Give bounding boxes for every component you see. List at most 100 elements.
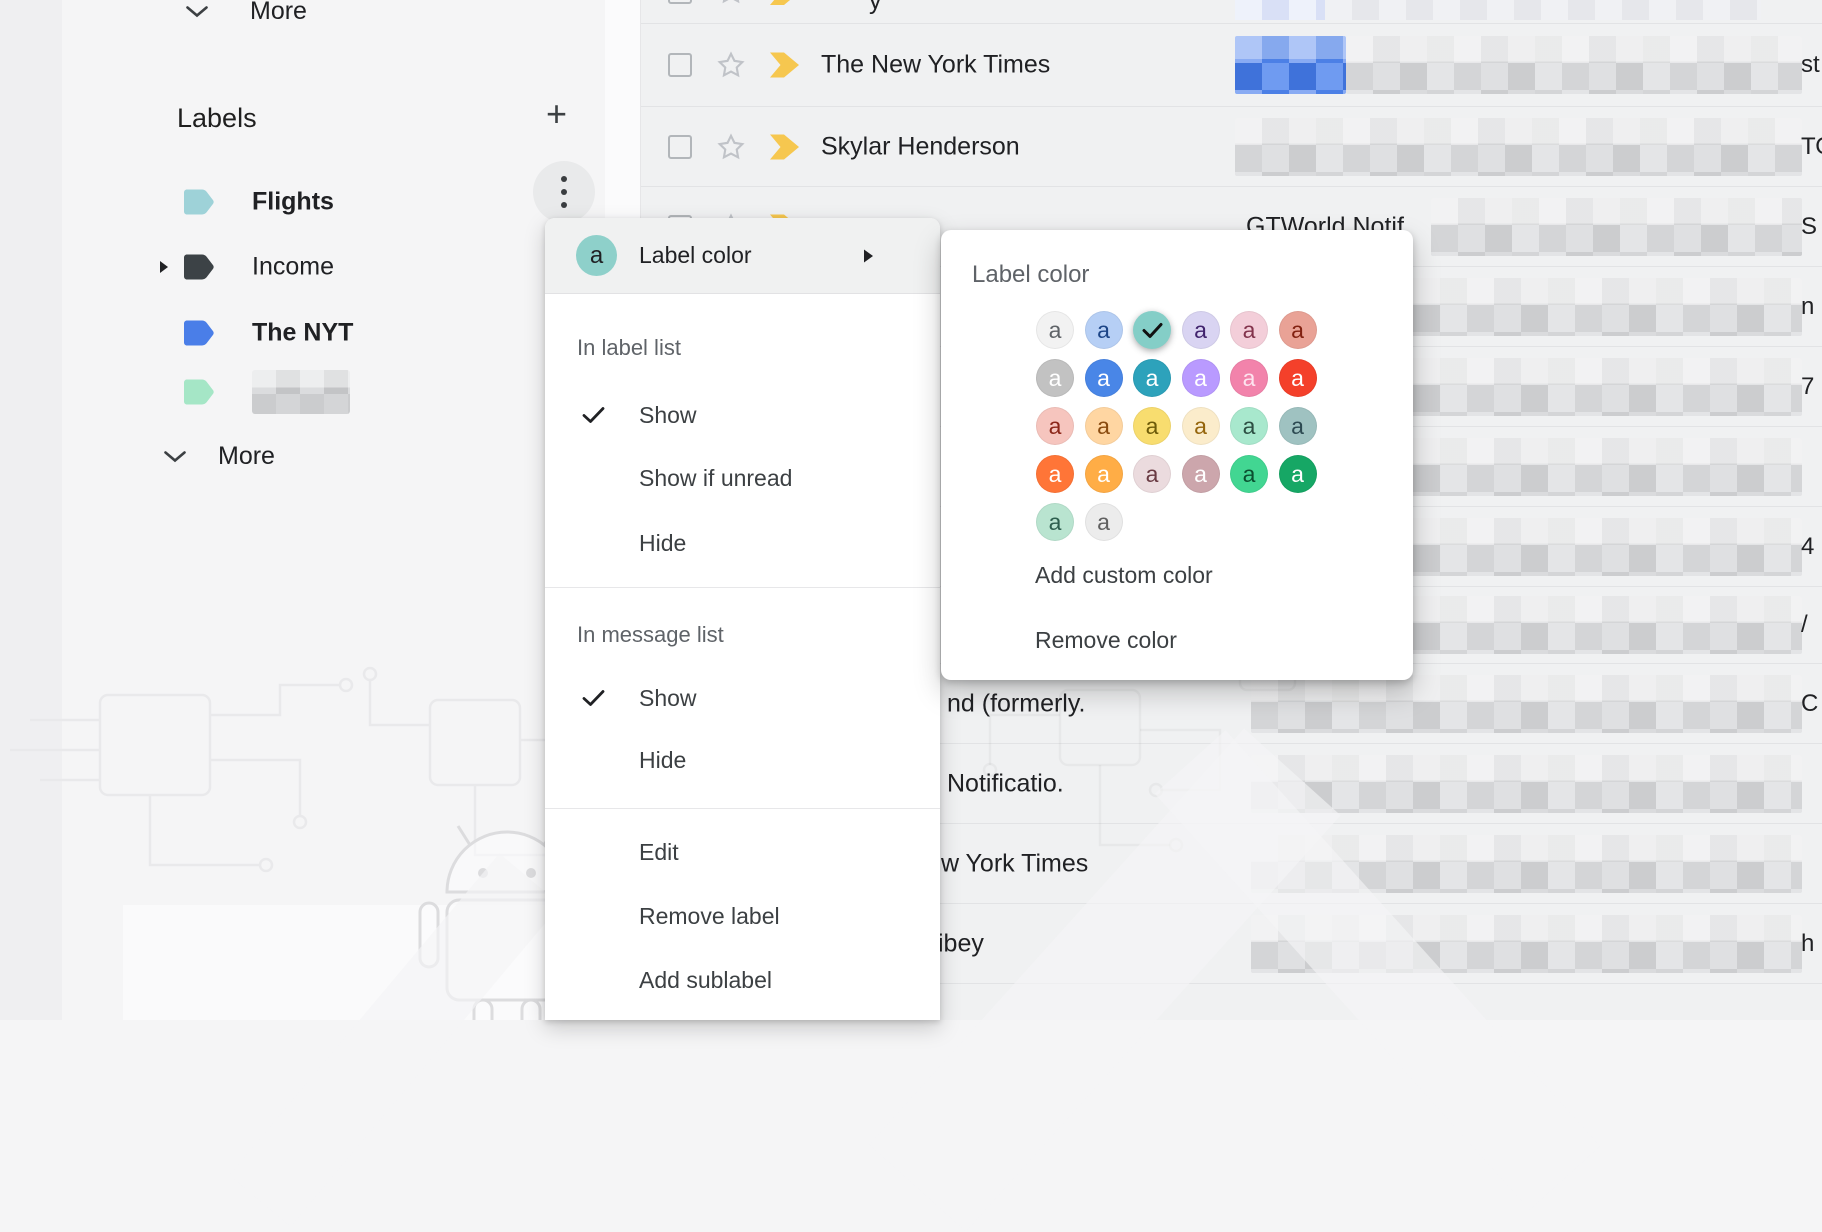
label-tag-icon xyxy=(183,379,214,406)
clipped-right-text: / xyxy=(1801,611,1808,639)
color-swatch[interactable]: a xyxy=(1036,311,1074,349)
clipped-row-content: y xyxy=(641,0,1822,23)
clipped-right-text: C xyxy=(1801,690,1818,718)
check-icon xyxy=(582,689,605,707)
clipped-right-text: n xyxy=(1801,293,1814,321)
chevron-down-icon xyxy=(185,5,209,18)
color-swatch[interactable]: a xyxy=(1230,407,1268,445)
clipped-right-text: h xyxy=(1801,930,1814,958)
star-icon[interactable] xyxy=(715,49,747,81)
menu-item-show[interactable]: Show xyxy=(639,398,697,432)
redacted-text xyxy=(1251,915,1802,973)
swatch-letter: a xyxy=(1097,511,1110,534)
star-icon[interactable] xyxy=(715,0,747,7)
sender-fragment: Notificatio. xyxy=(947,769,1064,798)
swatch-letter: a xyxy=(1291,415,1304,438)
swatch-letter: a xyxy=(1194,415,1207,438)
swatch-letter: a xyxy=(1146,415,1159,438)
color-swatch[interactable]: a xyxy=(1036,359,1074,397)
checkbox[interactable] xyxy=(668,0,692,4)
color-swatch[interactable]: a xyxy=(1133,359,1171,397)
color-swatch[interactable]: a xyxy=(1085,407,1123,445)
color-swatch[interactable]: a xyxy=(1182,407,1220,445)
left-edge-strip xyxy=(0,0,62,1020)
color-swatch[interactable]: a xyxy=(1133,407,1171,445)
redacted-text xyxy=(1235,118,1802,176)
redacted-text xyxy=(1251,755,1802,813)
sender-fragment: y xyxy=(869,0,882,16)
color-swatch[interactable]: a xyxy=(1230,311,1268,349)
sidebar: More Labels + Flights Income The NYT xyxy=(62,0,605,1020)
email-row[interactable]: Skylar Henderson TO xyxy=(641,106,1822,186)
create-label-button[interactable]: + xyxy=(546,96,567,132)
color-swatch[interactable]: a xyxy=(1279,407,1317,445)
sidebar-label-income[interactable]: Income xyxy=(62,245,605,289)
gmail-screen: More Labels + Flights Income The NYT xyxy=(0,0,1822,1020)
color-swatch[interactable]: a xyxy=(1036,503,1074,541)
color-swatch[interactable]: a xyxy=(1182,311,1220,349)
menu-item-remove-label[interactable]: Remove label xyxy=(639,899,780,933)
color-swatch[interactable]: a xyxy=(1036,407,1074,445)
swatch-letter: a xyxy=(1194,463,1207,486)
menu-item-hide[interactable]: Hide xyxy=(639,526,686,560)
label-name: Flights xyxy=(252,188,334,217)
menu-item-hide-messages[interactable]: Hide xyxy=(639,743,686,777)
checkbox[interactable] xyxy=(668,135,692,159)
color-swatch[interactable]: a xyxy=(1182,359,1220,397)
importance-marker-icon[interactable] xyxy=(769,133,801,160)
importance-marker-icon[interactable] xyxy=(769,0,801,6)
swatch-letter: a xyxy=(1243,367,1256,390)
clipped-right-text: 4 xyxy=(1801,533,1814,561)
color-swatch[interactable]: a xyxy=(1085,359,1123,397)
expand-arrow-icon[interactable] xyxy=(159,260,169,274)
color-swatch[interactable]: a xyxy=(1279,359,1317,397)
redacted-text xyxy=(1235,36,1346,94)
color-swatch[interactable]: a xyxy=(1085,311,1123,349)
redacted-text xyxy=(1346,36,1802,94)
color-swatch[interactable]: a xyxy=(1133,455,1171,493)
star-icon[interactable] xyxy=(715,131,747,163)
label-options-button[interactable] xyxy=(533,161,595,223)
clipped-right-text: TO xyxy=(1801,133,1822,161)
add-custom-color-button[interactable]: Add custom color xyxy=(1035,558,1213,592)
sidebar-label-flights[interactable]: Flights xyxy=(62,180,605,224)
sender-name: Skylar Henderson xyxy=(821,132,1020,161)
email-row[interactable]: The New York Times st xyxy=(641,23,1822,106)
color-swatch[interactable]: a xyxy=(1279,311,1317,349)
checkbox[interactable] xyxy=(668,53,692,77)
label-color-swatch-icon: a xyxy=(576,235,617,276)
sender-fragment: w York Times xyxy=(941,849,1088,878)
color-swatch[interactable]: a xyxy=(1036,455,1074,493)
menu-item-show-if-unread[interactable]: Show if unread xyxy=(639,461,792,495)
sidebar-label-redacted[interactable] xyxy=(62,370,605,414)
color-swatch[interactable]: a xyxy=(1230,359,1268,397)
swatch-letter: a xyxy=(1097,367,1110,390)
remove-color-button[interactable]: Remove color xyxy=(1035,623,1177,657)
sidebar-label-the-nyt[interactable]: The NYT xyxy=(62,311,605,355)
clipped-right-text: 7 xyxy=(1801,373,1814,401)
color-swatch[interactable]: a xyxy=(1230,455,1268,493)
color-swatch[interactable]: a xyxy=(1085,455,1123,493)
color-swatch[interactable]: a xyxy=(1085,503,1123,541)
sidebar-item-more-labels[interactable]: More xyxy=(163,436,275,476)
menu-item-edit[interactable]: Edit xyxy=(639,835,679,869)
swatch-letter: a xyxy=(1049,463,1062,486)
color-swatch[interactable]: a xyxy=(1279,455,1317,493)
check-icon xyxy=(582,406,605,424)
dot xyxy=(561,189,567,195)
sidebar-item-more-top[interactable]: More xyxy=(185,0,307,31)
swatch-letter: a xyxy=(1097,415,1110,438)
redacted-text xyxy=(1325,0,1761,20)
redacted-text xyxy=(1251,675,1802,733)
menu-item-add-sublabel[interactable]: Add sublabel xyxy=(639,963,772,997)
sender-fragment: nd (formerly. xyxy=(947,689,1085,718)
check-icon xyxy=(1142,322,1163,339)
color-swatch[interactable]: a xyxy=(1182,455,1220,493)
menu-item-label-color[interactable]: a Label color xyxy=(545,218,940,294)
menu-item-show-messages[interactable]: Show xyxy=(639,681,697,715)
email-row[interactable]: y xyxy=(641,0,1822,23)
label-tag-icon xyxy=(183,254,214,281)
color-swatch-selected[interactable] xyxy=(1133,311,1171,349)
importance-marker-icon[interactable] xyxy=(769,52,801,79)
redacted-text xyxy=(1235,0,1325,20)
